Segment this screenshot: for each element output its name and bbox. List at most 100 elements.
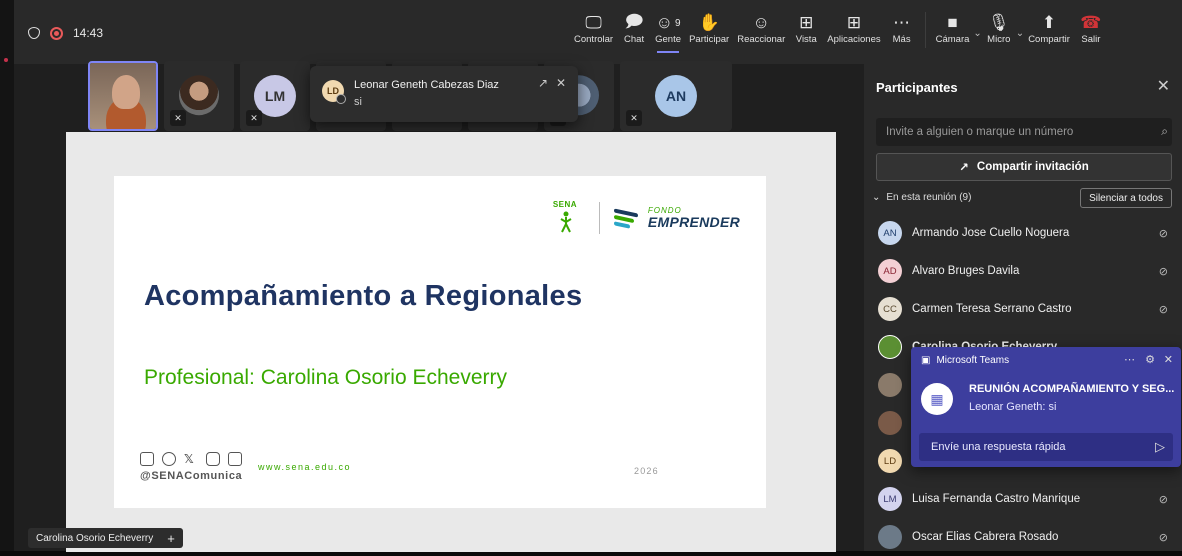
- people-button[interactable]: ☺ 9 Gente: [651, 12, 685, 53]
- avatar: LD: [322, 80, 346, 104]
- slide-year: 2026: [634, 466, 659, 476]
- avatar: [878, 373, 902, 397]
- youtube-icon: [206, 452, 220, 466]
- meeting-time: 14:43: [73, 26, 104, 40]
- view-button[interactable]: ⊞ Vista: [789, 12, 823, 45]
- shield-icon: [28, 27, 40, 39]
- slide-subtitle: Profesional: Carolina Osorio Echeverry: [144, 366, 507, 389]
- notification-title: REUNIÓN ACOMPAÑAMIENTO Y SEG...: [969, 383, 1175, 395]
- apps-button[interactable]: ⊞ Aplicaciones: [823, 12, 884, 45]
- share-icon: ⬆: [1041, 13, 1057, 32]
- video-tile-an[interactable]: AN ✕: [620, 61, 732, 131]
- linkedin-icon: [228, 452, 242, 466]
- participant-row[interactable]: AN Armando Jose Cuello Noguera ⊘: [864, 214, 1182, 252]
- grid-view-icon: ⊞: [799, 13, 814, 32]
- share-invite-button[interactable]: ↗ Compartir invitación: [876, 153, 1172, 181]
- control-button[interactable]: 🖵 Controlar: [570, 12, 617, 45]
- participant-photo: [179, 75, 219, 116]
- left-edge-bar: [0, 0, 14, 551]
- toast-sender: Leonar Geneth Cabezas Diaz: [354, 79, 499, 91]
- video-tile-lm[interactable]: LM ✕: [240, 61, 310, 131]
- toast-message: si: [354, 96, 362, 108]
- logo-divider: [598, 202, 600, 234]
- raise-hand-icon: ✋: [698, 13, 720, 32]
- raise-hand-button[interactable]: ✋ Participar: [685, 12, 733, 45]
- mic-off-icon: ✕: [170, 110, 186, 126]
- invite-input[interactable]: [876, 118, 1172, 146]
- video-tile[interactable]: ✕: [164, 61, 234, 131]
- react-button[interactable]: ☺ Reaccionar: [733, 12, 789, 45]
- calendar-icon: ▦: [921, 383, 953, 415]
- close-icon[interactable]: ✕: [556, 76, 566, 90]
- mic-off-icon: ⊘: [1158, 227, 1168, 240]
- mic-off-icon: ⊘: [1158, 493, 1168, 506]
- chat-button[interactable]: 🗩 Chat: [617, 12, 651, 46]
- sena-logo: SENA: [547, 200, 585, 236]
- mic-off-icon: ✕: [246, 110, 262, 126]
- mic-off-icon: ✕: [626, 110, 642, 126]
- notification-header: ▣ Microsoft Teams: [921, 355, 1010, 366]
- avatar: LD: [878, 449, 902, 473]
- mic-off-icon: ⊘: [1158, 531, 1168, 544]
- teams-meeting-window: 14:43 🖵 Controlar 🗩 Chat ☺ 9 Gente ✋ Part…: [14, 0, 1182, 552]
- chevron-down-icon: ⌄: [872, 192, 881, 203]
- leave-button[interactable]: ☎ Salir: [1074, 12, 1108, 45]
- avatar: AN: [655, 75, 697, 117]
- send-icon[interactable]: ▷: [1155, 439, 1165, 455]
- video-tile-presenter[interactable]: [88, 61, 158, 131]
- camera-options-chevron-icon[interactable]: ⌄: [973, 28, 981, 39]
- screen: 14:43 🖵 Controlar 🗩 Chat ☺ 9 Gente ✋ Part…: [0, 0, 1182, 552]
- emoji-icon: ☺: [752, 13, 770, 32]
- participants-panel: Participantes ✕ ⌕ ↗ Compartir invitación…: [864, 64, 1182, 551]
- share-button[interactable]: ⬆ Compartir: [1024, 12, 1074, 45]
- close-icon[interactable]: ✕: [1164, 353, 1173, 366]
- mic-options-chevron-icon[interactable]: ⌄: [1016, 28, 1024, 39]
- teams-notification[interactable]: ▣ Microsoft Teams ⋯ ⚙ ✕ ▦ REUNIÓN ACOMPA…: [911, 347, 1181, 467]
- participant-row[interactable]: CC Carmen Teresa Serrano Castro ⊘: [864, 290, 1182, 328]
- chat-message-toast[interactable]: LD Leonar Geneth Cabezas Diaz si ↗ ✕: [310, 66, 578, 122]
- search-icon[interactable]: ⌕: [1161, 124, 1168, 139]
- camera-button[interactable]: ■ Cámara: [932, 12, 974, 45]
- facebook-icon: [162, 452, 176, 466]
- teams-logo-icon: ▣: [921, 355, 931, 366]
- participant-row[interactable]: LM Luisa Fernanda Castro Manrique ⊘: [864, 480, 1182, 518]
- screen-control-icon: 🖵: [585, 13, 602, 32]
- settings-icon[interactable]: ⚙: [1145, 353, 1155, 366]
- quick-reply-input[interactable]: Envíe una respuesta rápida: [919, 433, 1173, 461]
- people-icon: ☺ 9: [655, 13, 681, 32]
- avatar: LM: [878, 487, 902, 511]
- participant-row[interactable]: Oscar Elias Cabrera Rosado ⊘: [864, 518, 1182, 556]
- shared-content-stage: SENA FONDO EMPRENDER Acompañamiento a Re…: [66, 132, 836, 552]
- mute-all-button[interactable]: Silenciar a todos: [1080, 188, 1172, 208]
- reply-icon[interactable]: ↗: [538, 76, 548, 90]
- participant-row[interactable]: AD Alvaro Bruges Davila ⊘: [864, 252, 1182, 290]
- camera-off-icon: ■: [947, 13, 958, 32]
- avatar: [878, 525, 902, 549]
- close-icon[interactable]: ✕: [1157, 76, 1170, 96]
- more-icon[interactable]: ⋯: [1124, 353, 1135, 366]
- slide-title: Acompañamiento a Regionales: [144, 280, 583, 312]
- social-handle: @SENAComunica: [140, 470, 243, 482]
- presenter-video: [90, 63, 156, 129]
- in-meeting-section-toggle[interactable]: ⌄ En esta reunión (9): [872, 192, 971, 203]
- toolbar-buttons: 🖵 Controlar 🗩 Chat ☺ 9 Gente ✋ Participar…: [570, 12, 1108, 53]
- recording-icon: [50, 26, 63, 40]
- slide-logos: SENA FONDO EMPRENDER: [547, 200, 740, 236]
- instagram-icon: [140, 452, 154, 466]
- website: www.sena.edu.co: [258, 462, 352, 472]
- red-indicator: [4, 58, 8, 62]
- notification-message: Leonar Geneth: si: [969, 401, 1057, 413]
- people-count-badge: 9: [674, 17, 681, 29]
- more-icon: ⋯: [893, 13, 911, 32]
- fondo-emprender-logo: FONDO EMPRENDER: [613, 207, 740, 229]
- toolbar-divider: [924, 12, 926, 48]
- avatar: AN: [878, 221, 902, 245]
- stage-name-label[interactable]: Carolina Osorio Echeverry +: [28, 528, 183, 548]
- stripes-icon: [613, 208, 640, 229]
- leave-icon: ☎: [1080, 13, 1102, 32]
- mic-button[interactable]: 🎙 Micro: [982, 12, 1016, 45]
- more-button[interactable]: ⋯ Más: [885, 12, 919, 45]
- share-icon: ↗: [959, 162, 969, 174]
- add-icon[interactable]: +: [167, 531, 175, 546]
- meeting-toolbar: 14:43 🖵 Controlar 🗩 Chat ☺ 9 Gente ✋ Part…: [14, 0, 1182, 64]
